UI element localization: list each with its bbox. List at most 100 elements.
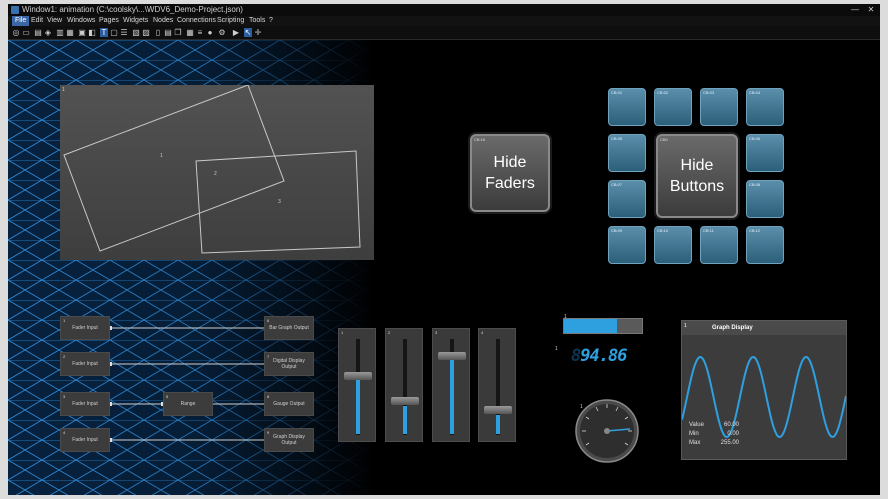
menu-windows[interactable]: Windows (64, 16, 98, 26)
bar-graph-widget[interactable] (563, 318, 643, 334)
node-label: Gauge Output (273, 401, 305, 407)
gauge-widget[interactable] (574, 398, 640, 464)
node-index: 6 (267, 318, 270, 323)
keypad-icon[interactable]: ▦ (186, 28, 194, 37)
node-index: 5 (166, 394, 169, 399)
app-icon (11, 6, 19, 14)
fader-input-node[interactable]: 3 Fader Input (60, 392, 110, 416)
meter-widget-icon[interactable]: ▦ (66, 28, 74, 37)
target-icon[interactable]: ◎ (12, 28, 20, 37)
digital-display-output-node[interactable]: 7 Digital Display Output (264, 352, 314, 376)
fader-knob[interactable] (438, 352, 466, 360)
fader-index: 1 (341, 330, 344, 335)
fader-index: 4 (481, 330, 484, 335)
gauge-output-node[interactable]: 8 Gauge Output (264, 392, 314, 416)
fader-fill (496, 415, 500, 434)
image-widget-icon[interactable]: ▤ (34, 28, 42, 37)
settings-icon[interactable]: ⚙ (218, 28, 226, 37)
node-index: 3 (63, 394, 66, 399)
digital-ghost-digit: 8 (571, 346, 581, 366)
graph-title: Graph Display (712, 325, 753, 331)
fader-input-node[interactable]: 2 Fader Input (60, 352, 110, 376)
design-canvas[interactable]: 1 1 2 3 CB:16 Hide Faders CB:01 CB:02 CB… (8, 40, 880, 495)
table-icon[interactable]: ▤ (164, 28, 172, 37)
digital-display-widget: 894.86 (571, 346, 627, 366)
circle-widget-icon[interactable]: ● (206, 28, 214, 37)
stat-label: Max (689, 440, 701, 446)
matrix-widget-icon[interactable]: ▨ (142, 28, 150, 37)
graph-display-output-node[interactable]: 9 Graph Display Output (264, 428, 314, 452)
stat-value: 255.00 (720, 440, 739, 446)
fader-fill (450, 359, 454, 434)
menu-file[interactable]: File (12, 16, 30, 26)
range-node[interactable]: 5 Range (163, 392, 213, 416)
grid-widget-icon[interactable]: ▧ (132, 28, 140, 37)
node-label: Graph Display Output (273, 434, 305, 446)
fader-fill (403, 406, 407, 434)
close-button[interactable]: ✕ (864, 4, 878, 15)
toggle-widget-icon[interactable]: ◧ (88, 28, 96, 37)
label-widget-icon[interactable]: ◈ (44, 28, 52, 37)
widget-index: 1 (684, 323, 687, 329)
frame-widget-icon[interactable]: ▢ (110, 28, 118, 37)
stat-label: Min (689, 431, 699, 437)
node-index: 1 (63, 318, 66, 323)
node-label: Fader Input (72, 401, 98, 407)
page-icon[interactable]: ▯ (154, 28, 162, 37)
move-tool-icon[interactable]: ✛ (254, 28, 262, 37)
fader-widget[interactable]: 4 (478, 328, 516, 442)
menu-nodes[interactable]: Nodes (150, 16, 176, 26)
fader-index: 2 (388, 330, 391, 335)
node-index: 4 (63, 430, 66, 435)
fader-knob[interactable] (344, 372, 372, 380)
fader-widget[interactable]: 1 (338, 328, 376, 442)
node-label: Range (180, 401, 196, 407)
fader-widget[interactable]: 2 (385, 328, 423, 442)
fader-index: 3 (435, 330, 438, 335)
button-widget-icon[interactable]: ▣ (78, 28, 86, 37)
digital-display-value: 94.86 (580, 346, 627, 366)
stat-value: 0.00 (727, 431, 739, 437)
menu-connections[interactable]: Connections (174, 16, 219, 26)
window-title: Window1: animation (C:\coolsky\...\WDV6_… (22, 5, 243, 14)
align-icon[interactable]: ≡ (196, 28, 204, 37)
copy-icon[interactable]: ❐ (174, 28, 182, 37)
node-index: 8 (267, 394, 270, 399)
fader-knob[interactable] (391, 397, 419, 405)
list-widget-icon[interactable]: ☰ (120, 28, 128, 37)
toolbar: ◎ ▭ ▤ ◈ ▥ ▦ ▣ ◧ T ▢ ☰ ▧ ▨ ▯ ▤ ❐ ▦ ≡ ● ⚙ … (8, 26, 880, 40)
menu-help[interactable]: ? (266, 16, 276, 26)
graph-display-widget[interactable]: Graph Display 1 Value 60.00 Min 0.00 Max 25… (681, 320, 847, 460)
fader-widget-icon[interactable]: ▥ (56, 28, 64, 37)
stat-value: 60.00 (723, 422, 739, 428)
slider-widget-icon[interactable]: ▭ (22, 28, 30, 37)
select-tool-icon[interactable]: ↖ (244, 28, 252, 37)
fader-fill (356, 379, 360, 434)
fader-knob[interactable] (484, 406, 512, 414)
menu-view[interactable]: View (44, 16, 65, 26)
menu-tools[interactable]: Tools (246, 16, 268, 26)
node-label: Digital Display Output (273, 358, 305, 370)
fader-input-node[interactable]: 1 Fader Input (60, 316, 110, 340)
graph-header: Graph Display (682, 321, 846, 335)
fader-input-node[interactable]: 4 Fader Input (60, 428, 110, 452)
menu-widgets[interactable]: Widgets (120, 16, 151, 26)
node-label: Fader Input (72, 325, 98, 331)
node-index: 2 (63, 354, 66, 359)
menu-pages[interactable]: Pages (96, 16, 122, 26)
menu-scripting[interactable]: Scripting (214, 16, 247, 26)
graph-stats: Value 60.00 Min 0.00 Max 255.00 (689, 421, 739, 448)
widget-index: 1 (555, 346, 558, 352)
minimize-button[interactable]: — (848, 4, 862, 15)
bar-graph-output-node[interactable]: 6 Bar Graph Output (264, 316, 314, 340)
application-window: Window1: animation (C:\coolsky\...\WDV6_… (8, 4, 880, 495)
fader-widget[interactable]: 3 (432, 328, 470, 442)
bar-graph-fill (564, 319, 617, 333)
menu-bar: File Edit View Windows Pages Widgets Nod… (8, 16, 880, 26)
stat-label: Value (689, 422, 704, 428)
node-label: Bar Graph Output (269, 325, 309, 331)
text-widget-icon[interactable]: T (100, 28, 108, 37)
node-label: Fader Input (72, 437, 98, 443)
play-icon[interactable]: ▶ (232, 28, 240, 37)
node-label: Fader Input (72, 361, 98, 367)
